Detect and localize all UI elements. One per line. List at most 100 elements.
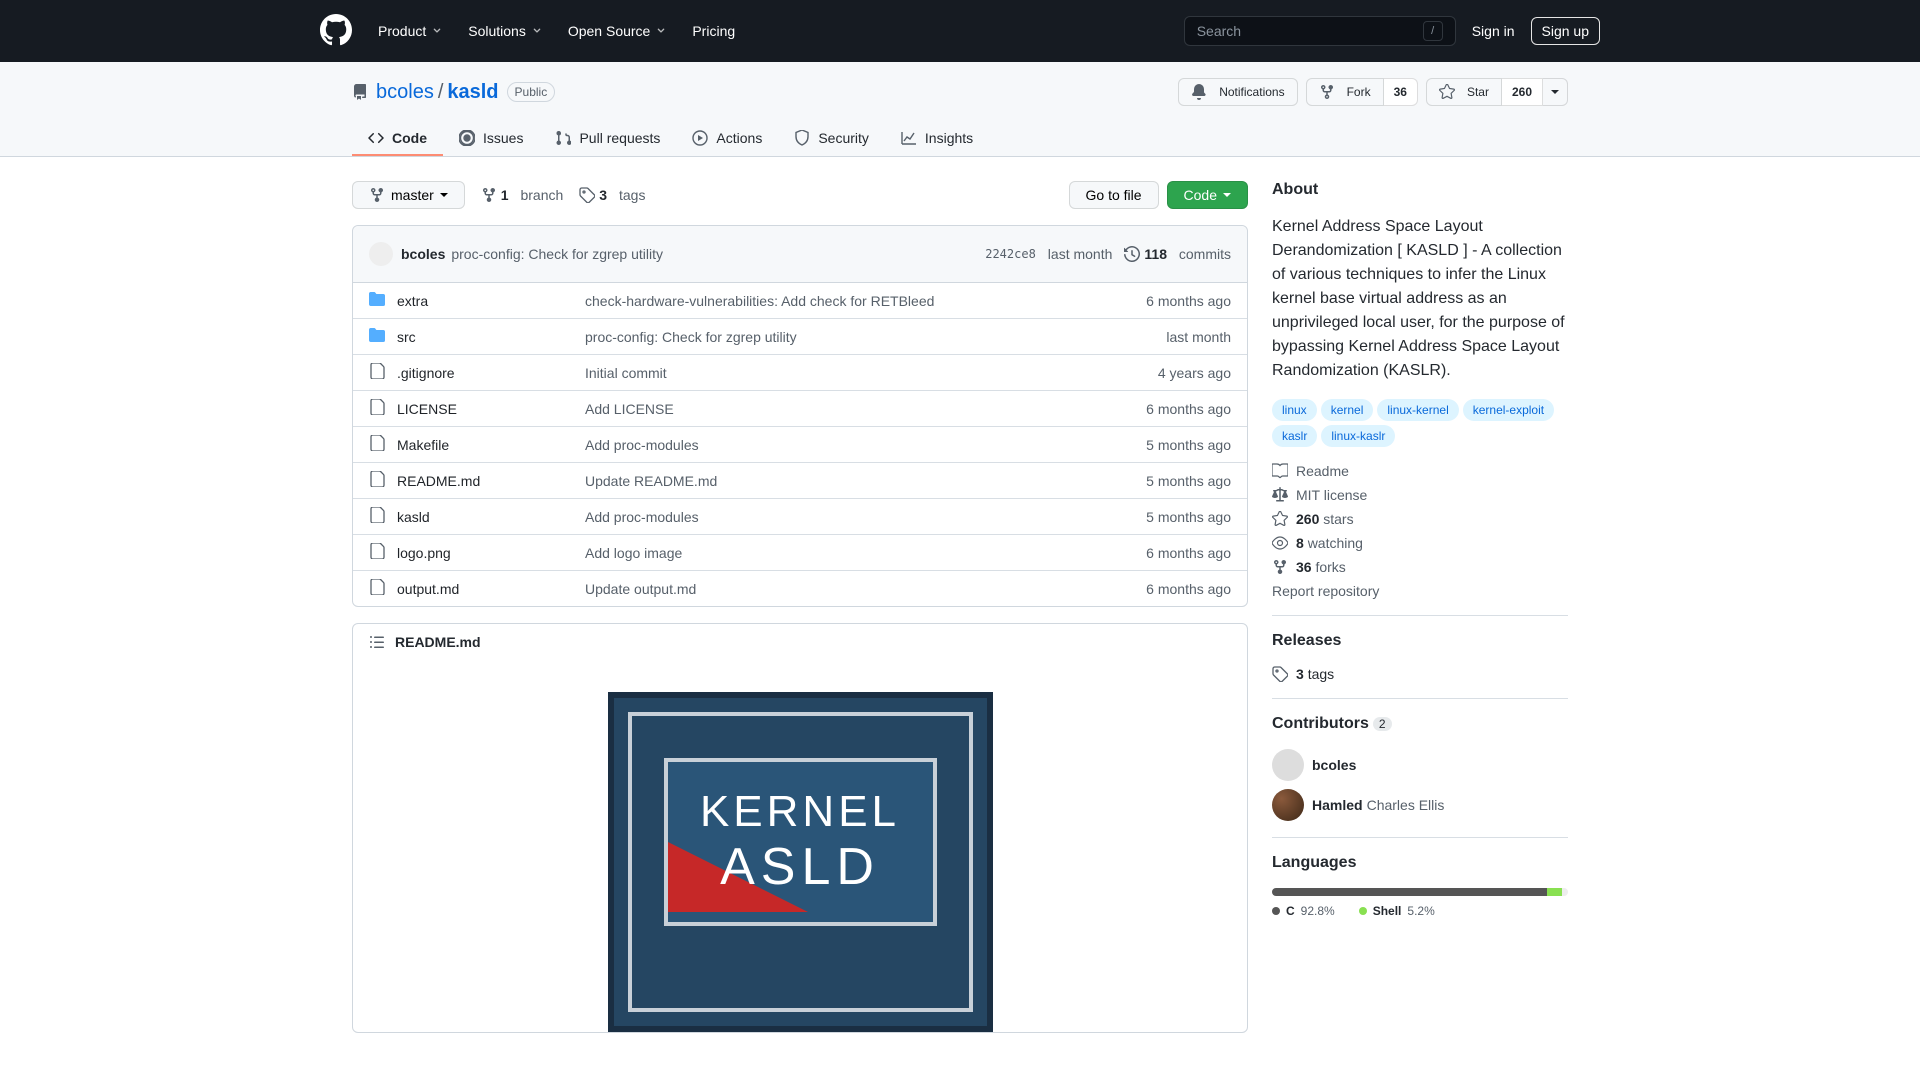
star-menu-caret[interactable] <box>1543 78 1568 106</box>
search-input[interactable] <box>1197 23 1423 39</box>
file-name-link[interactable]: kasld <box>397 509 430 525</box>
releases-tags-link[interactable]: 3 tags <box>1272 666 1568 682</box>
search-box[interactable]: / <box>1184 16 1456 46</box>
fork-count[interactable]: 36 <box>1384 78 1418 106</box>
topic-tag[interactable]: kernel <box>1321 399 1374 421</box>
topic-tag[interactable]: linux-kernel <box>1377 399 1458 421</box>
file-name-link[interactable]: output.md <box>397 581 459 597</box>
languages-list: C92.8% Shell5.2% <box>1272 904 1568 918</box>
folder-icon <box>369 291 385 310</box>
readme-link[interactable]: Readme <box>1272 463 1568 479</box>
file-date: 6 months ago <box>1091 401 1231 417</box>
file-listing: bcoles proc-config: Check for zgrep util… <box>352 225 1248 607</box>
star-count[interactable]: 260 <box>1502 78 1543 106</box>
file-commit-msg-link[interactable]: Initial commit <box>585 365 1075 381</box>
about-heading: About <box>1272 181 1568 199</box>
releases-heading: Releases <box>1272 632 1568 650</box>
stars-link[interactable]: 260 stars <box>1272 511 1568 527</box>
file-date: 5 months ago <box>1091 509 1231 525</box>
file-commit-msg-link[interactable]: Add proc-modules <box>585 509 1075 525</box>
nav-pricing[interactable]: Pricing <box>682 15 745 47</box>
file-row: logo.png Add logo image 6 months ago <box>353 535 1247 571</box>
file-name-link[interactable]: README.md <box>397 473 480 489</box>
file-row: extra check-hardware-vulnerabilities: Ad… <box>353 283 1247 319</box>
file-name-link[interactable]: extra <box>397 293 428 309</box>
repo-head: bcoles / kasld Public Notifications Fork… <box>0 62 1920 157</box>
tab-issues[interactable]: Issues <box>443 122 539 156</box>
topic-tag[interactable]: kaslr <box>1272 425 1317 447</box>
commit-author-avatar[interactable] <box>369 242 393 266</box>
file-commit-msg-link[interactable]: check-hardware-vulnerabilities: Add chec… <box>585 293 1075 309</box>
commit-message-link[interactable]: proc-config: Check for zgrep utility <box>451 246 663 262</box>
contributor-avatar <box>1272 789 1304 821</box>
commit-author-link[interactable]: bcoles <box>401 246 445 262</box>
commit-sha-link[interactable]: 2242ce8 <box>985 247 1036 261</box>
file-icon <box>369 579 385 598</box>
owner-link[interactable]: bcoles <box>376 81 434 104</box>
repo-sidebar: About Kernel Address Space Layout Derand… <box>1272 181 1568 1033</box>
tab-insights[interactable]: Insights <box>885 122 989 156</box>
commits-history-link[interactable]: 118 commits <box>1124 246 1231 262</box>
watching-link[interactable]: 8 watching <box>1272 535 1568 551</box>
file-commit-msg-link[interactable]: proc-config: Check for zgrep utility <box>585 329 1075 345</box>
contributors-heading: Contributors2 <box>1272 715 1568 733</box>
fork-button[interactable]: Fork <box>1306 78 1384 106</box>
topic-tag[interactable]: kernel-exploit <box>1463 399 1554 421</box>
language-item[interactable]: Shell5.2% <box>1359 904 1435 918</box>
signup-button[interactable]: Sign up <box>1531 17 1600 45</box>
file-icon <box>369 363 385 382</box>
file-name-link[interactable]: LICENSE <box>397 401 457 417</box>
file-commit-msg-link[interactable]: Add proc-modules <box>585 437 1075 453</box>
file-date: 5 months ago <box>1091 437 1231 453</box>
file-commit-msg-link[interactable]: Add LICENSE <box>585 401 1075 417</box>
tab-security[interactable]: Security <box>778 122 885 156</box>
topics-list: linuxkernellinux-kernelkernel-exploit kas… <box>1272 399 1568 447</box>
nav-opensource[interactable]: Open Source <box>558 15 679 47</box>
contributor-link[interactable]: HamledCharles Ellis <box>1272 789 1568 821</box>
nav-product[interactable]: Product <box>368 15 454 47</box>
report-repository-link[interactable]: Report repository <box>1272 583 1568 599</box>
branch-select[interactable]: master <box>352 181 465 209</box>
file-row: README.md Update README.md 5 months ago <box>353 463 1247 499</box>
file-commit-msg-link[interactable]: Add logo image <box>585 545 1075 561</box>
forks-link[interactable]: 36 forks <box>1272 559 1568 575</box>
github-logo[interactable] <box>320 14 352 49</box>
tags-link[interactable]: 3 tags <box>579 187 645 203</box>
repo-icon <box>352 84 368 100</box>
contributor-link[interactable]: bcoles <box>1272 749 1568 781</box>
signin-link[interactable]: Sign in <box>1472 23 1515 39</box>
global-nav: Product Solutions Open Source Pricing <box>368 15 745 47</box>
slash-hint: / <box>1423 21 1443 41</box>
file-icon <box>369 435 385 454</box>
file-commit-msg-link[interactable]: Update README.md <box>585 473 1075 489</box>
tab-code[interactable]: Code <box>352 122 443 156</box>
repo-link[interactable]: kasld <box>447 81 498 104</box>
file-name-link[interactable]: logo.png <box>397 545 451 561</box>
nav-solutions[interactable]: Solutions <box>458 15 554 47</box>
language-item[interactable]: C92.8% <box>1272 904 1335 918</box>
branches-link[interactable]: 1 branch <box>481 187 564 203</box>
language-segment <box>1547 888 1562 896</box>
readme-filename-link[interactable]: README.md <box>395 634 481 650</box>
topic-tag[interactable]: linux <box>1272 399 1317 421</box>
file-commit-msg-link[interactable]: Update output.md <box>585 581 1075 597</box>
file-name-link[interactable]: Makefile <box>397 437 449 453</box>
file-date: 4 years ago <box>1091 365 1231 381</box>
file-name-link[interactable]: .gitignore <box>397 365 455 381</box>
tab-pullrequests[interactable]: Pull requests <box>539 122 676 156</box>
latest-commit-row: bcoles proc-config: Check for zgrep util… <box>353 226 1247 283</box>
topic-tag[interactable]: linux-kaslr <box>1321 425 1395 447</box>
file-row: LICENSE Add LICENSE 6 months ago <box>353 391 1247 427</box>
file-icon <box>369 399 385 418</box>
go-to-file-button[interactable]: Go to file <box>1069 181 1159 209</box>
notifications-button[interactable]: Notifications <box>1178 78 1297 106</box>
tab-actions[interactable]: Actions <box>676 122 778 156</box>
list-icon <box>369 634 385 650</box>
license-link[interactable]: MIT license <box>1272 487 1568 503</box>
file-row: Makefile Add proc-modules 5 months ago <box>353 427 1247 463</box>
commit-date: last month <box>1048 246 1113 262</box>
star-button[interactable]: Star <box>1426 78 1502 106</box>
code-dropdown-button[interactable]: Code <box>1167 181 1248 209</box>
file-name-link[interactable]: src <box>397 329 416 345</box>
repo-tabnav: Code Issues Pull requests Actions Securi… <box>352 122 1568 156</box>
